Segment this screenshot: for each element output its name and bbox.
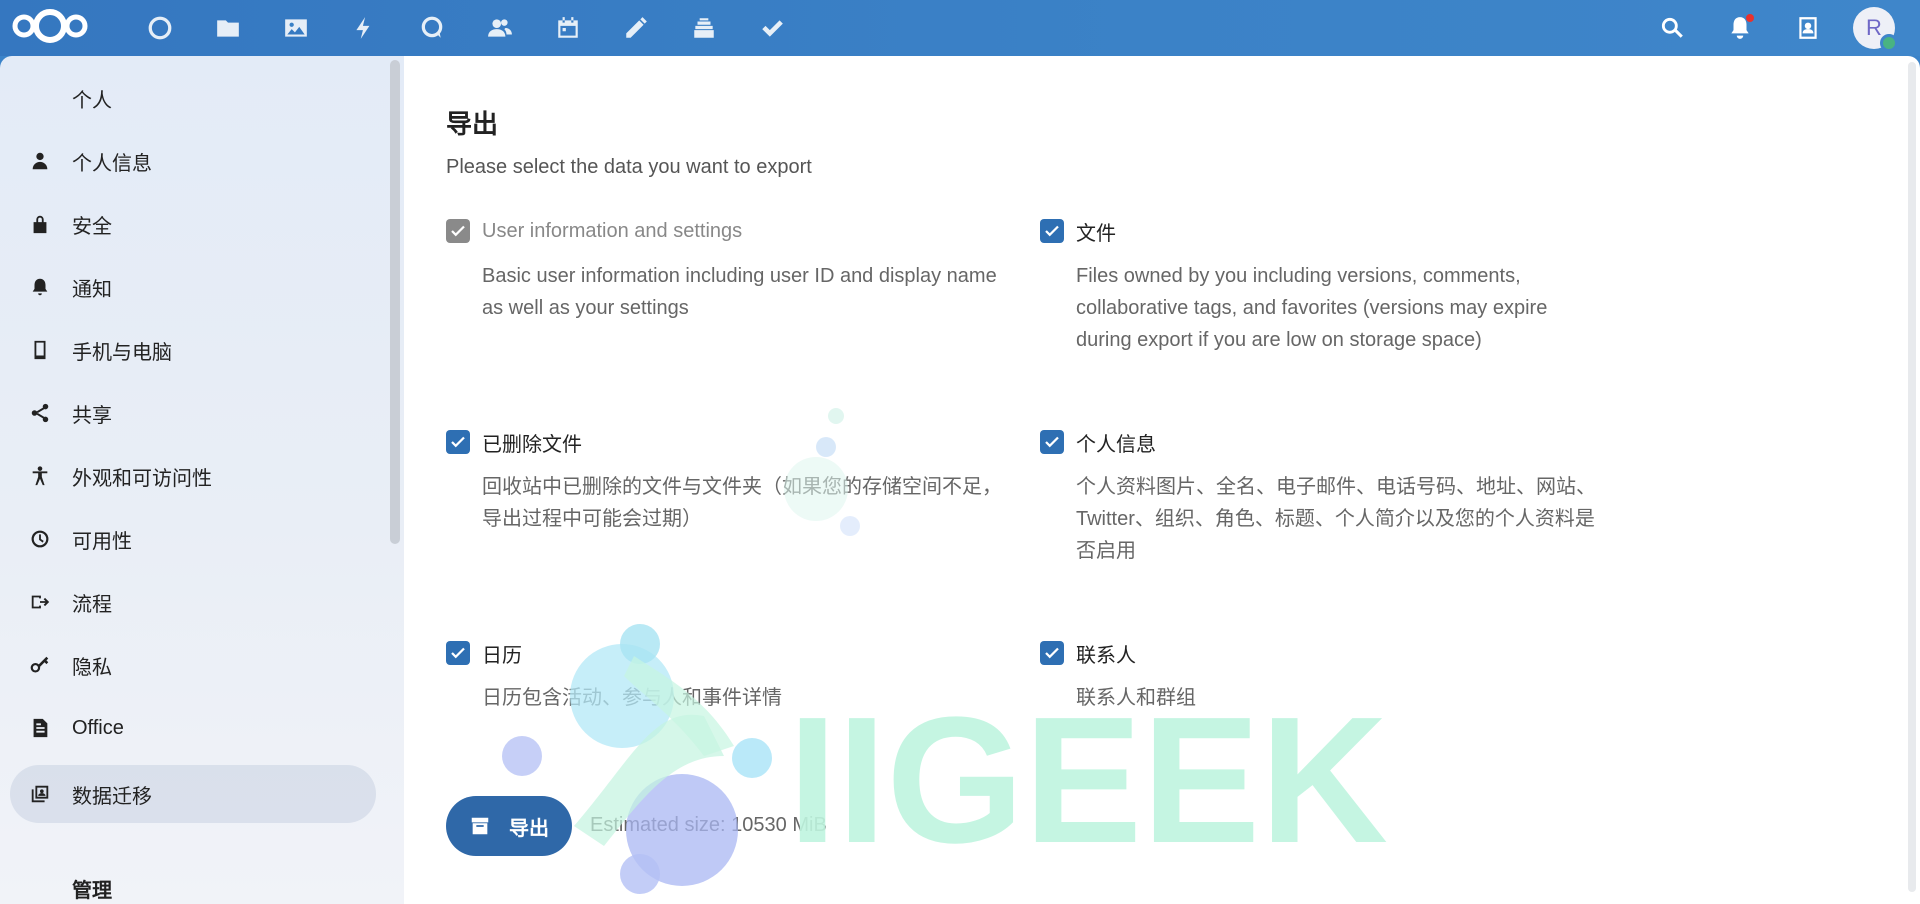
option-label: 日历 (482, 644, 522, 667)
top-header: R (0, 0, 1920, 56)
document-icon (10, 717, 70, 739)
option-description: 个人资料图片、全名、电子邮件、电话号码、地址、网站、Twitter、组织、角色、… (1076, 476, 1596, 562)
option-description: 日历包含活动、参与人和事件详情 (482, 687, 782, 709)
nextcloud-logo-icon[interactable] (8, 6, 92, 46)
main-scrollbar[interactable] (1908, 62, 1916, 892)
archive-icon (471, 817, 489, 835)
tasks-icon[interactable] (738, 0, 806, 56)
export-button[interactable]: 导出 (446, 796, 572, 856)
option-label: 个人信息 (1076, 433, 1156, 456)
option-profile: 个人信息 个人资料图片、全名、电子邮件、电话号码、地址、网站、Twitter、组… (1040, 427, 1600, 567)
sidebar-item-sharing[interactable]: 共享 (10, 384, 376, 442)
option-description: Basic user information including user ID… (482, 265, 997, 319)
sidebar-item-label: 外观和可访问性 (72, 467, 212, 490)
dashboard-icon[interactable] (126, 0, 194, 56)
option-label: 已删除文件 (482, 433, 582, 456)
sidebar-item-label: 流程 (72, 593, 112, 616)
option-files: 文件 Files owned by you including versions… (1040, 216, 1600, 356)
bell-icon (10, 276, 70, 298)
sidebar-item-security[interactable]: 安全 (10, 195, 376, 253)
sidebar-item-devices[interactable]: 手机与电脑 (10, 321, 376, 379)
section-title-personal: 个人 (72, 90, 112, 112)
notes-icon[interactable] (602, 0, 670, 56)
sidebar-item-availability[interactable]: 可用性 (10, 510, 376, 568)
sidebar-item-appearance[interactable]: 外观和可访问性 (10, 447, 376, 505)
option-user-info: User information and settings Basic user… (446, 216, 1006, 324)
share-icon (10, 402, 70, 424)
calendar-icon[interactable] (534, 0, 602, 56)
talk-icon[interactable] (398, 0, 466, 56)
flow-icon (10, 591, 70, 613)
sidebar-item-label: 隐私 (72, 656, 112, 679)
settings-sidebar: 个人 个人信息 安全 通知 手机与电脑 共享 外观和可访问性 可用性 流程 隐私… (0, 56, 404, 904)
photos-icon[interactable] (262, 0, 330, 56)
header-right: R (1638, 0, 1920, 56)
checkbox-calendar[interactable] (446, 641, 470, 665)
sidebar-item-office[interactable]: Office (10, 699, 376, 757)
option-description: 回收站中已删除的文件与文件夹（如果您的存储空间不足，导出过程中可能会过期） (482, 476, 1002, 530)
page-title: 导出 (446, 109, 499, 139)
app-menu (126, 0, 806, 56)
accessibility-icon (10, 465, 70, 487)
sidebar-item-label: 共享 (72, 404, 112, 427)
option-description: Files owned by you including versions, c… (1076, 265, 1548, 351)
online-status-indicator (1880, 34, 1898, 52)
clock-icon (10, 528, 70, 550)
option-label: 联系人 (1076, 644, 1136, 667)
sidebar-item-label: 数据迁移 (72, 785, 152, 808)
notification-badge (1746, 14, 1754, 22)
sidebar-item-personal-info[interactable]: 个人信息 (10, 132, 376, 190)
option-label: User information and settings (482, 219, 743, 242)
contacts-icon[interactable] (466, 0, 534, 56)
checkbox-trashbin[interactable] (446, 430, 470, 454)
sidebar-item-notifications[interactable]: 通知 (10, 258, 376, 316)
sidebar-item-flow[interactable]: 流程 (10, 573, 376, 631)
contacts-menu-icon[interactable] (1774, 0, 1842, 56)
option-contacts: 联系人 联系人和群组 (1040, 638, 1600, 714)
page-description: Please select the data you want to expor… (446, 156, 812, 178)
checkbox-profile[interactable] (1040, 430, 1064, 454)
option-calendar: 日历 日历包含活动、参与人和事件详情 (446, 638, 1006, 714)
sidebar-item-label: 手机与电脑 (72, 341, 172, 364)
option-trashbin: 已删除文件 回收站中已删除的文件与文件夹（如果您的存储空间不足，导出过程中可能会… (446, 427, 1006, 535)
main-content: 导出 Please select the data you want to ex… (404, 56, 1920, 904)
sidebar-item-data-migration[interactable]: 数据迁移 (10, 765, 376, 823)
estimated-size: Estimated size: 10530 MiB (590, 814, 827, 836)
person-icon (10, 150, 70, 172)
section-title-admin: 管理 (72, 880, 112, 902)
migration-icon (10, 783, 70, 805)
files-icon[interactable] (194, 0, 262, 56)
key-icon (10, 654, 70, 676)
checkbox-contacts[interactable] (1040, 641, 1064, 665)
sidebar-item-label: 安全 (72, 215, 112, 238)
search-icon[interactable] (1638, 0, 1706, 56)
sidebar-scrollbar[interactable] (390, 60, 400, 544)
sidebar-item-label: 通知 (72, 278, 112, 301)
sidebar-item-label: Office (72, 716, 124, 739)
checkbox-files[interactable] (1040, 219, 1064, 243)
option-label: 文件 (1076, 222, 1116, 245)
activity-icon[interactable] (330, 0, 398, 56)
notifications-bell-icon[interactable] (1706, 0, 1774, 56)
phone-icon (10, 339, 70, 361)
sidebar-item-label: 可用性 (72, 530, 132, 553)
sidebar-item-label: 个人信息 (72, 152, 152, 175)
option-description: 联系人和群组 (1076, 687, 1196, 709)
lock-icon (10, 213, 70, 235)
deck-icon[interactable] (670, 0, 738, 56)
sidebar-item-privacy[interactable]: 隐私 (10, 636, 376, 694)
user-menu[interactable]: R (1842, 0, 1906, 56)
export-button-label: 导出 (509, 817, 549, 840)
checkbox-user-info[interactable] (446, 219, 470, 243)
